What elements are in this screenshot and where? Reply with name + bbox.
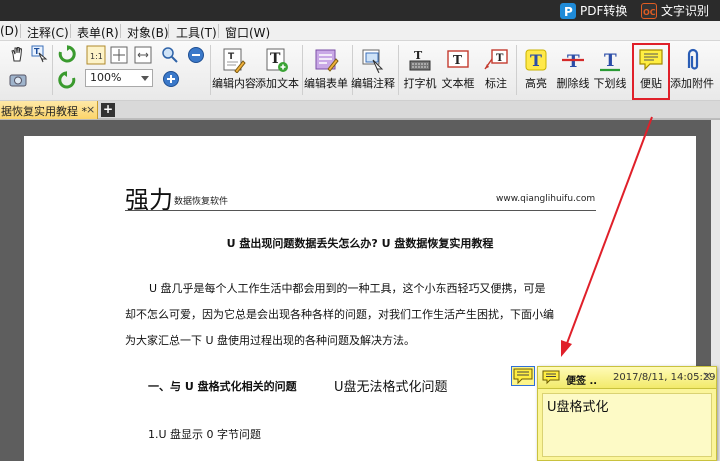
sticky-note-highlight (632, 43, 670, 100)
add-text-button[interactable]: T 添加文本 (255, 43, 299, 97)
note-anchor[interactable] (511, 366, 535, 386)
svg-text:T: T (604, 51, 617, 71)
pdf-convert-button[interactable]: P PDF转换 (560, 1, 627, 20)
edit-content-button[interactable]: T 编辑内容 (212, 43, 256, 97)
zoom-select[interactable]: 100% (85, 69, 153, 87)
menu-divider (20, 24, 21, 38)
add-text-label: 添加文本 (255, 77, 299, 90)
brand-url: www.qianglihuifu.com (496, 194, 596, 204)
edit-annotation-button[interactable]: 编辑注释 (351, 43, 395, 97)
header-rule (125, 210, 596, 211)
typewriter-icon: T (409, 49, 431, 71)
textbox-icon: T (447, 50, 469, 68)
attach-button[interactable]: 添加附件 (670, 43, 714, 97)
menu-divider (168, 24, 169, 38)
underline-icon: T (600, 51, 620, 72)
strikethrough-icon: T (562, 52, 584, 72)
callout-icon: T (484, 49, 508, 70)
actual-size-icon[interactable]: 1:1 (86, 45, 106, 65)
main-toolbar: T 1:1 100% T 编辑内容 T 添加文本 编辑表单 编辑注释 T 打字机… (0, 41, 720, 101)
note-body[interactable]: U盘格式化 (542, 393, 712, 457)
svg-text:T: T (453, 53, 462, 67)
sticky-note-icon (542, 370, 560, 385)
ocr-button[interactable]: OCR 文字识别 (641, 1, 709, 20)
pdf-convert-label: PDF转换 (580, 4, 628, 18)
menu-item-edit[interactable]: (D) (0, 24, 19, 38)
brand-subtitle: 数据恢复软件 (174, 197, 229, 207)
svg-text:T: T (567, 52, 580, 72)
paragraph-line-text: U 盘几乎是每个人工作生活中都会用到的一种工具，这个小东西轻巧又便携，可是 (149, 282, 546, 295)
menu-item-form[interactable]: 表单(R) (77, 24, 119, 41)
menu-divider (70, 24, 71, 38)
paperclip-icon (687, 48, 699, 70)
new-tab-button[interactable]: + (101, 103, 115, 117)
pdf-convert-icon: P (560, 2, 576, 19)
sub-heading: 1.U 盘显示 0 字节问题 (148, 428, 262, 441)
zoom-value: 100% (90, 71, 122, 84)
rotate-cw-icon[interactable] (58, 45, 76, 63)
select-text-icon[interactable]: T (30, 45, 48, 63)
document-title: U 盘出现问题数据丢失怎么办? U 盘数据恢复实用教程 (226, 237, 494, 250)
svg-text:P: P (564, 5, 573, 19)
edit-form-icon (315, 49, 339, 72)
hand-tool-icon[interactable] (8, 45, 26, 63)
paragraph-line: 为大家汇总一下 U 盘使用过程出现的各种问题及解决方法。 (125, 334, 416, 347)
svg-text:T: T (496, 53, 504, 64)
edit-form-label: 编辑表单 (304, 77, 348, 90)
menu-divider (120, 24, 121, 38)
snapshot-icon[interactable] (8, 71, 28, 89)
toolbar-divider (52, 45, 53, 95)
edit-content-icon: T (223, 48, 246, 73)
add-text-icon: T (266, 48, 288, 72)
menu-item-tools[interactable]: 工具(T) (176, 24, 217, 41)
svg-text:1:1: 1:1 (90, 52, 103, 61)
fit-page-icon[interactable] (110, 46, 128, 64)
fit-width-icon[interactable] (134, 46, 152, 64)
note-popup[interactable]: 便签 .. 2017/8/11, 14:05:29 × U盘格式化 (537, 366, 717, 461)
attach-label: 添加附件 (670, 77, 714, 90)
svg-text:T: T (414, 49, 423, 62)
svg-text:T: T (530, 51, 542, 70)
ocr-label: 文字识别 (661, 4, 710, 18)
note-date: 2017/8/11, 14:05:29 (613, 372, 716, 383)
edit-form-button[interactable]: 编辑表单 (304, 43, 348, 97)
menu-bar: (D) 注释(C) 表单(R) 对象(B) 工具(T) 窗口(W) (0, 21, 720, 41)
note-author: 便签 .. (566, 376, 598, 387)
note-header[interactable]: 便签 .. 2017/8/11, 14:05:29 × (538, 367, 716, 389)
section-heading: 一、与 U 盘格式化相关的问题 (148, 380, 297, 393)
paragraph-line: 却不怎么可爱，因为它总是会出现各种各样的问题，对我们工作生活产生困扰，下面小编 (125, 308, 554, 321)
zoom-in-icon[interactable] (162, 70, 180, 88)
svg-text:OCR: OCR (643, 8, 656, 17)
document-tab-title: 据恢复实用教程 * (1, 105, 87, 118)
top-strip: P PDF转换 OCR 文字识别 (0, 0, 720, 21)
menu-item-object[interactable]: 对象(B) (127, 24, 169, 41)
rotate-ccw-icon[interactable] (58, 71, 76, 89)
ocr-icon: OCR (641, 2, 662, 19)
edit-annotation-icon (362, 49, 384, 73)
menu-item-window[interactable]: 窗口(W) (225, 24, 270, 41)
document-tab[interactable]: 据恢复实用教程 * (0, 101, 98, 119)
zoom-tool-icon[interactable] (161, 46, 179, 64)
close-icon[interactable]: × (86, 103, 95, 116)
close-icon[interactable]: × (702, 369, 712, 383)
edit-annotation-label: 编辑注释 (351, 77, 395, 90)
svg-text:T: T (228, 52, 235, 62)
paragraph-line: U 盘几乎是每个人工作生活中都会用到的一种工具，这个小东西轻巧又便携，可是 (125, 276, 596, 302)
added-text-annotation[interactable]: U盘无法格式化问题 (334, 376, 448, 395)
zoom-out-icon[interactable] (187, 46, 205, 64)
chevron-down-icon (141, 76, 149, 81)
svg-text:T: T (34, 47, 40, 56)
menu-divider (218, 24, 219, 38)
document-tab-bar: 据恢复实用教程 * × + (0, 101, 720, 119)
highlight-icon: T (525, 49, 547, 71)
menu-item-annotation[interactable]: 注释(C) (27, 24, 69, 41)
sticky-note-icon (513, 368, 533, 385)
